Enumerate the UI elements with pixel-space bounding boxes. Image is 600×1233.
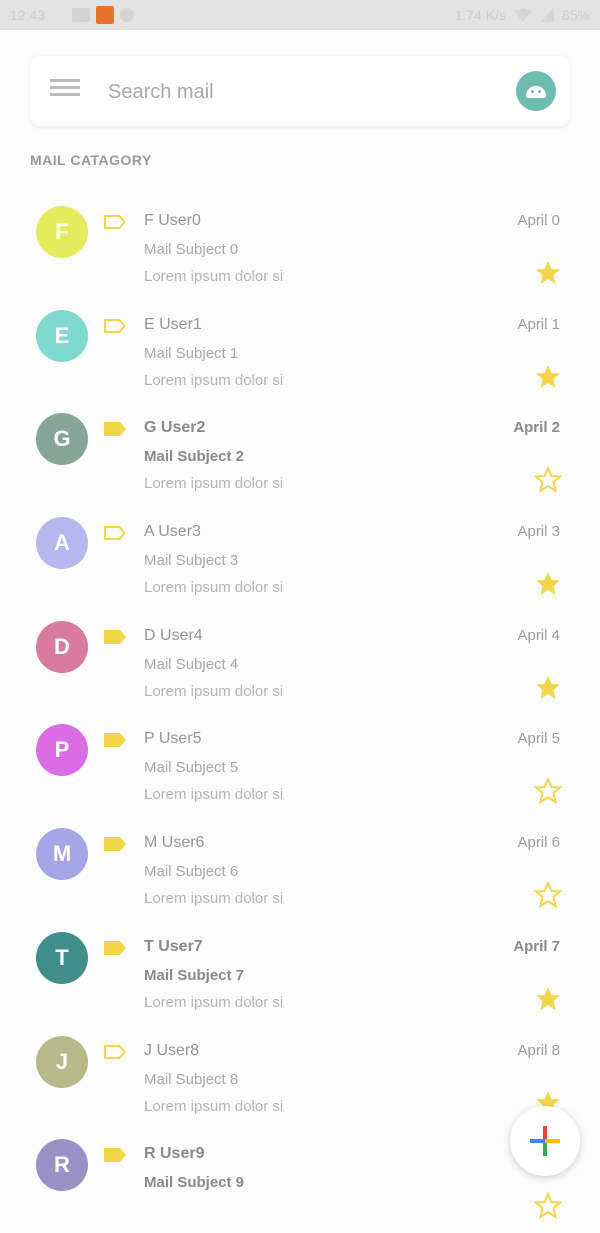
- mail-subject: Mail Subject 3: [144, 552, 239, 570]
- sender-avatar: E: [36, 309, 88, 362]
- star-icon[interactable]: [534, 985, 562, 1013]
- mail-date: April 2: [513, 419, 560, 437]
- label-icon[interactable]: [103, 732, 127, 748]
- sender-name: E User1: [144, 315, 202, 333]
- signal-icon: [539, 8, 554, 22]
- sender-avatar: R: [36, 1139, 88, 1192]
- star-icon[interactable]: [534, 259, 562, 287]
- status-time: 12:43: [10, 7, 46, 23]
- mail-subject: Mail Subject 4: [144, 655, 239, 673]
- mail-item[interactable]: A A User3 April 3 Mail Subject 3 Lorem i…: [0, 507, 600, 611]
- wifi-icon: [513, 8, 532, 22]
- sender-name: A User3: [144, 523, 201, 541]
- mail-preview: Lorem ipsum dolor si: [144, 682, 284, 700]
- label-icon[interactable]: [103, 525, 127, 541]
- mail-item[interactable]: E E User1 April 1 Mail Subject 1 Lorem i…: [0, 300, 600, 404]
- mail-item[interactable]: M M User6 April 6 Mail Subject 6 Lorem i…: [0, 818, 600, 922]
- label-icon[interactable]: [103, 421, 127, 437]
- mail-preview: Lorem ipsum dolor si: [144, 890, 284, 908]
- mail-date: April 5: [517, 730, 560, 748]
- mail-subject: Mail Subject 6: [144, 863, 239, 881]
- sender-name: T User7: [144, 937, 203, 955]
- compose-button[interactable]: [510, 1106, 580, 1176]
- label-icon[interactable]: [103, 940, 127, 956]
- sender-avatar: M: [36, 828, 88, 881]
- mail-preview: Lorem ipsum dolor si: [144, 268, 284, 285]
- sender-name: M User6: [144, 834, 205, 852]
- star-icon[interactable]: [533, 1191, 563, 1220]
- label-icon[interactable]: [103, 318, 127, 334]
- sender-avatar: T: [36, 931, 88, 984]
- label-icon[interactable]: [103, 214, 127, 230]
- status-right: 1.74 K/s 85%: [455, 7, 590, 23]
- mail-preview: Lorem ipsum dolor si: [144, 371, 284, 389]
- plus-icon: [530, 1126, 560, 1156]
- mail-subject: Mail Subject 1: [144, 344, 239, 362]
- star-icon[interactable]: [534, 674, 562, 702]
- mail-item[interactable]: T T User7 April 7 Mail Subject 7 Lorem i…: [0, 922, 600, 1026]
- sync-notification-icon: [120, 8, 134, 22]
- label-icon[interactable]: [103, 1044, 127, 1060]
- sender-name: J User8: [144, 1041, 200, 1059]
- mail-date: April 4: [517, 626, 560, 644]
- label-icon[interactable]: [103, 1147, 127, 1163]
- app-notification-icon: [96, 6, 114, 24]
- sender-avatar: J: [36, 1035, 88, 1088]
- sender-avatar: P: [36, 724, 88, 777]
- mail-preview: Lorem ipsum dolor si: [144, 579, 284, 597]
- mail-date: April 6: [517, 834, 560, 852]
- mail-item[interactable]: D D User4 April 4 Mail Subject 4 Lorem i…: [0, 611, 600, 715]
- mail-date: April 1: [517, 315, 560, 333]
- mail-subject: Mail Subject 8: [144, 1070, 239, 1088]
- sender-avatar: G: [36, 413, 88, 466]
- battery-level: 85%: [561, 7, 590, 23]
- section-title: MAIL CATAGORY: [30, 152, 152, 168]
- mail-date: April 0: [517, 212, 560, 229]
- star-icon[interactable]: [533, 776, 563, 805]
- mail-preview: Lorem ipsum dolor si: [144, 786, 284, 804]
- star-icon[interactable]: [533, 465, 563, 494]
- star-icon[interactable]: [533, 880, 563, 909]
- sender-name: D User4: [144, 626, 203, 644]
- sender-name: G User2: [144, 419, 206, 437]
- mail-preview: Lorem ipsum dolor si: [144, 475, 284, 493]
- mail-subject: Mail Subject 7: [144, 966, 245, 984]
- mail-date: April 3: [517, 523, 560, 541]
- status-bar: 12:43 1.74 K/s 85%: [0, 0, 600, 30]
- sender-avatar: D: [36, 620, 88, 673]
- mail-item[interactable]: F F User0 April 0 Mail Subject 0 Lorem i…: [0, 196, 600, 300]
- mail-subject: Mail Subject 9: [144, 1174, 245, 1192]
- sender-name: F User0: [144, 212, 201, 229]
- search-bar: [30, 56, 570, 126]
- label-icon[interactable]: [103, 629, 127, 645]
- label-icon[interactable]: [103, 836, 127, 852]
- sender-name: P User5: [144, 730, 202, 748]
- mail-preview: Lorem ipsum dolor si: [144, 1097, 284, 1115]
- network-speed: 1.74 K/s: [454, 7, 506, 23]
- notification-icons: [72, 6, 134, 24]
- mail-date: April 7: [513, 937, 560, 955]
- sender-avatar: A: [36, 517, 88, 570]
- mail-item[interactable]: G G User2 April 2 Mail Subject 2 Lorem i…: [0, 403, 600, 507]
- mail-subject: Mail Subject 5: [144, 759, 239, 777]
- mail-preview: Lorem ipsum dolor si: [144, 993, 284, 1011]
- mail-date: April 8: [517, 1041, 560, 1059]
- mail-list: F F User0 April 0 Mail Subject 0 Lorem i…: [0, 196, 600, 1233]
- sender-name: R User9: [144, 1145, 205, 1163]
- search-input[interactable]: [106, 74, 490, 110]
- sender-avatar: F: [36, 206, 88, 258]
- mail-item[interactable]: P P User5 April 5 Mail Subject 5 Lorem i…: [0, 714, 600, 818]
- star-icon[interactable]: [534, 570, 562, 598]
- star-icon[interactable]: [534, 363, 562, 391]
- android-icon: [526, 86, 546, 98]
- mail-notification-icon: [72, 8, 90, 22]
- mail-subject: Mail Subject 0: [144, 241, 239, 258]
- menu-icon[interactable]: [50, 79, 80, 103]
- profile-avatar[interactable]: [516, 71, 556, 111]
- mail-subject: Mail Subject 2: [144, 448, 245, 466]
